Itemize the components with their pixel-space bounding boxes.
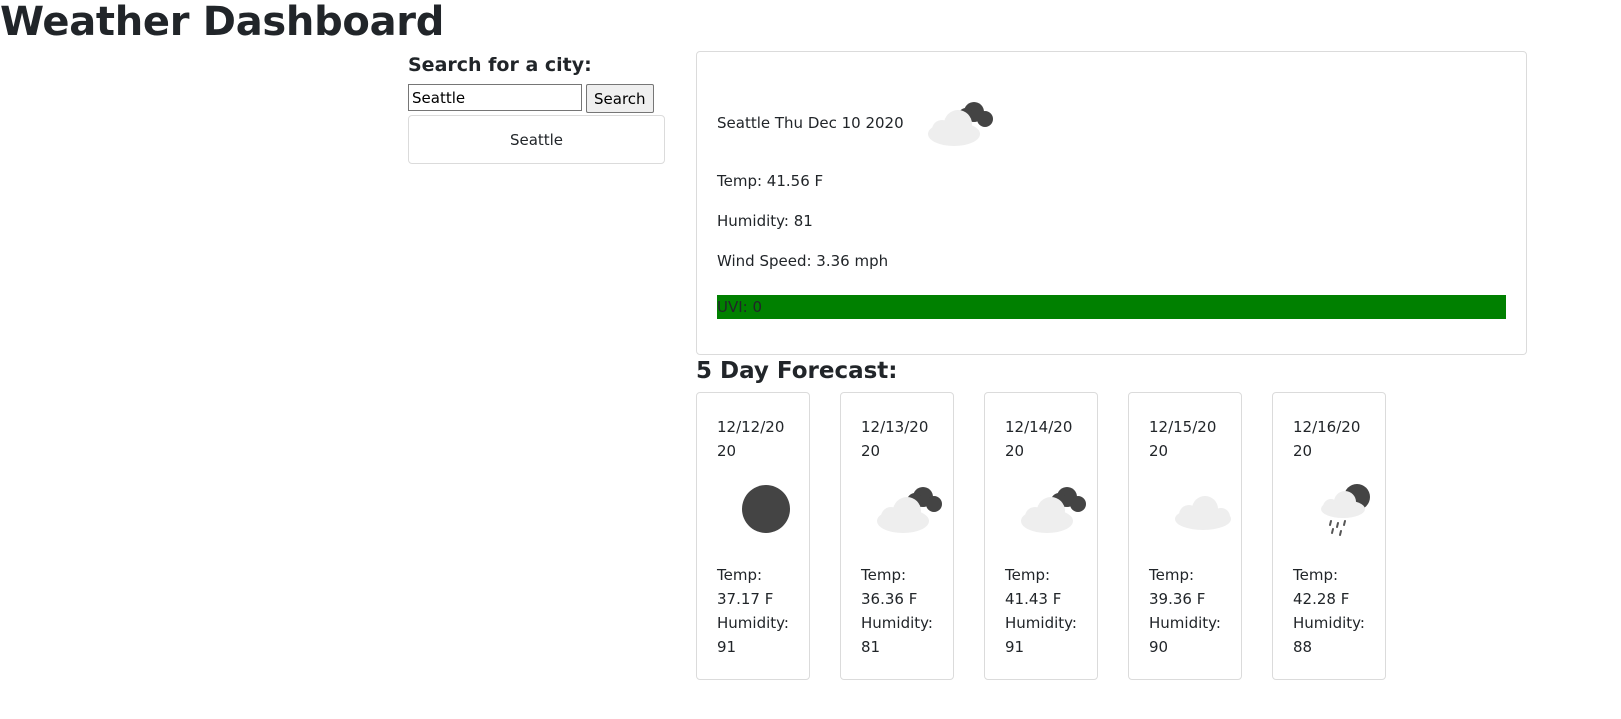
forecast-heading: 5 Day Forecast: [696,358,898,384]
forecast-humidity: 88 [1293,638,1313,656]
forecast-temp-label: Temp: [1005,566,1051,584]
uv-index-bar: UVI: 0 [717,295,1506,319]
forecast-card: 12/12/2020 Temp: 37.17 F Humidity: 91 [696,392,810,680]
current-humidity: Humidity: 81 [717,212,813,230]
forecast-humidity: 81 [861,638,881,656]
search-heading: Search for a city: [408,54,592,76]
forecast-temp: 41.43 F [1005,590,1062,608]
forecast-humidity-label: Humidity: [861,614,933,632]
forecast-date: 12/15/2020 [1149,418,1217,460]
forecast-temp-label: Temp: [1149,566,1195,584]
clear-night-icon [742,485,790,533]
forecast-date: 12/12/2020 [717,418,785,460]
forecast-temp-label: Temp: [861,566,907,584]
forecast-list: 12/12/2020 Temp: 37.17 F Humidity: 91 12… [696,392,1386,680]
forecast-humidity-label: Humidity: [1293,614,1365,632]
search-row: Search [408,84,665,113]
forecast-humidity: 91 [717,638,737,656]
forecast-temp: 37.17 F [717,590,774,608]
search-button[interactable]: Search [586,84,654,113]
current-weather-card: Seattle Thu Dec 10 2020 Temp: 41.56 F Hu… [696,51,1527,355]
cloud-icon [1175,496,1231,530]
forecast-temp: 42.28 F [1293,590,1350,608]
forecast-date: 12/14/2020 [1005,418,1073,460]
history-item-seattle[interactable]: Seattle [408,115,665,164]
rain-night-icon [1321,484,1370,536]
broken-clouds-icon [877,487,942,533]
forecast-card: 12/16/2020 Temp: 42.28 F Humidity: 88 [1272,392,1386,680]
city-search-input[interactable] [408,84,582,111]
forecast-humidity-label: Humidity: [1149,614,1221,632]
forecast-temp: 36.36 F [861,590,918,608]
forecast-temp-label: Temp: [717,566,763,584]
page-title: Weather Dashboard [0,0,445,45]
forecast-date: 12/13/2020 [861,418,929,460]
current-temp: Temp: 41.56 F [717,172,824,190]
forecast-date: 12/16/2020 [1293,418,1361,460]
current-city-date: Seattle Thu Dec 10 2020 [717,114,904,132]
forecast-humidity-label: Humidity: [1005,614,1077,632]
forecast-temp-label: Temp: [1293,566,1339,584]
forecast-humidity-label: Humidity: [717,614,789,632]
forecast-humidity: 91 [1005,638,1025,656]
forecast-card: 12/13/2020 Temp: 36.36 F Humidity: 81 [840,392,954,680]
current-wind-speed: Wind Speed: 3.36 mph [717,252,889,270]
broken-clouds-icon [1021,487,1086,533]
forecast-card: 12/14/2020 Temp: 41.43 F Humidity: 91 [984,392,1098,680]
search-panel: Search for a city: Search Seattle [408,52,665,164]
forecast-humidity: 90 [1149,638,1169,656]
forecast-card: 12/15/2020 Temp: 39.36 F Humidity: 90 [1128,392,1242,680]
forecast-temp: 39.36 F [1149,590,1206,608]
current-header: Seattle Thu Dec 10 2020 [717,96,1506,150]
broken-clouds-icon [927,102,993,146]
